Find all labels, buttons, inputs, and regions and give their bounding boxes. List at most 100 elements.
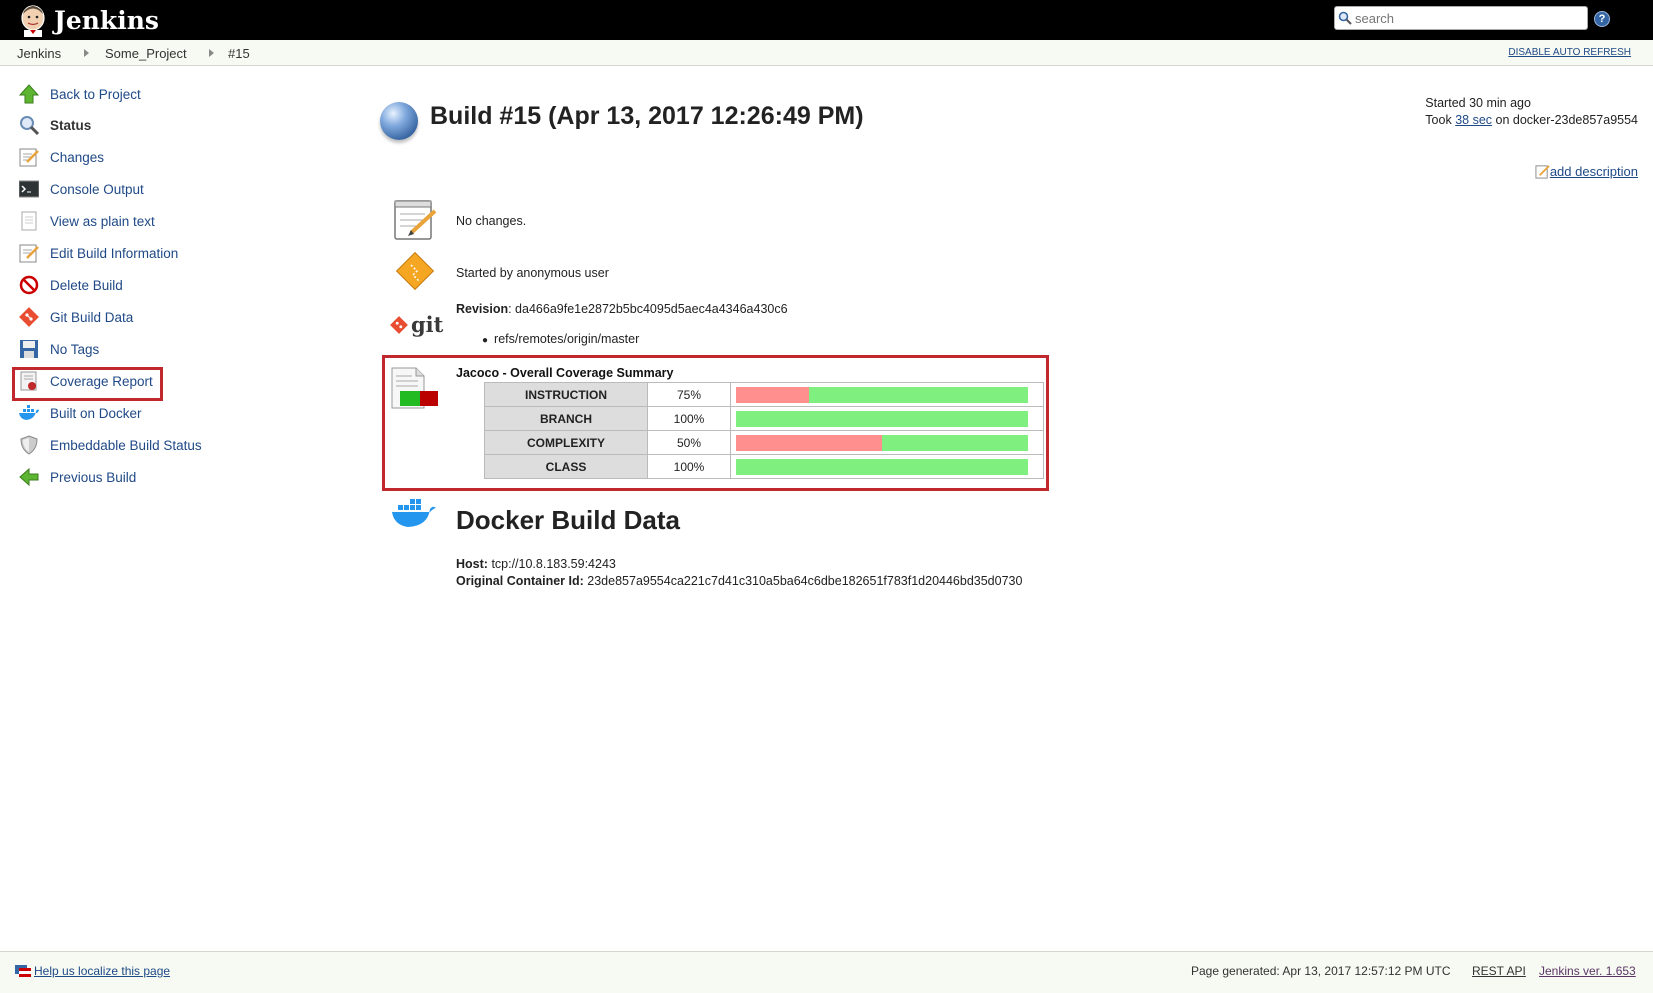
search-box[interactable] (1334, 6, 1588, 30)
notepad-icon (1535, 165, 1550, 179)
search-input[interactable] (1355, 9, 1580, 27)
started-by-text: Started by anonymous user (456, 266, 609, 280)
top-header: Jenkins ? (0, 0, 1653, 40)
jenkins-version-link[interactable]: Jenkins ver. 1.653 (1539, 964, 1636, 978)
revision-label: Revision (456, 302, 509, 316)
search-icon (1338, 11, 1352, 25)
sidebar-item-previous-build[interactable]: Previous Build (12, 463, 136, 491)
container-label: Original Container Id: (456, 574, 584, 588)
git-icon (18, 306, 40, 328)
sidebar-item-label: Embeddable Build Status (50, 437, 202, 453)
help-icon[interactable]: ? (1594, 11, 1610, 27)
build-timing: Started 30 min ago Took 38 sec on docker… (1425, 95, 1638, 129)
add-description-label[interactable]: add description (1550, 164, 1638, 179)
jenkins-butler-icon (21, 5, 45, 37)
coverage-percent: 100% (647, 454, 731, 479)
coverage-report-icon (391, 367, 438, 409)
add-description-link[interactable]: add description (1535, 164, 1638, 179)
sidebar-item-built-on-docker[interactable]: Built on Docker (12, 399, 142, 427)
localize-link[interactable]: Help us localize this page (15, 964, 170, 978)
user-cause-icon (395, 251, 435, 291)
shield-icon (18, 434, 40, 456)
git-label: git (411, 312, 444, 337)
sidebar-item-back-to-project[interactable]: Back to Project (12, 80, 141, 108)
coverage-bar-missed (736, 434, 882, 451)
footer: Help us localize this page Page generate… (0, 951, 1653, 993)
coverage-metric-name: INSTRUCTION (484, 382, 648, 407)
rest-api-link[interactable]: REST API (1472, 964, 1526, 978)
coverage-bar-covered (882, 434, 1028, 451)
build-status-ball-icon (380, 102, 418, 140)
sidebar-item-git-build-data[interactable]: Git Build Data (12, 303, 133, 331)
container-value: 23de857a9554ca221c7d41c310a5ba64c6dbe182… (587, 574, 1023, 588)
page-generated-text: Page generated: Apr 13, 2017 12:57:12 PM… (1191, 964, 1451, 978)
coverage-bar-cell (730, 406, 1044, 431)
sidebar-item-no-tags[interactable]: No Tags (12, 335, 99, 363)
sidebar-item-status[interactable]: Status (12, 111, 91, 139)
sidebar-item-label: Changes (50, 149, 105, 165)
coverage-row: CLASS 100% (484, 454, 1044, 479)
host-value: tcp://10.8.183.59:4243 (491, 557, 616, 571)
coverage-bar (736, 386, 1028, 403)
coverage-row: INSTRUCTION 75% (484, 382, 1044, 407)
docker-host-line: Host: tcp://10.8.183.59:4243 (456, 557, 616, 571)
coverage-percent: 50% (647, 430, 731, 455)
coverage-bar (736, 434, 1028, 451)
revision-value: : da466a9fe1e2872b5bc4095d5aec4a4346a430… (508, 302, 788, 316)
coverage-bar-covered (736, 458, 1028, 475)
duration-link[interactable]: 38 sec (1455, 113, 1492, 127)
save-icon (18, 338, 40, 360)
coverage-report-highlight (12, 367, 163, 401)
sidebar-item-label: No Tags (50, 341, 100, 357)
localize-label[interactable]: Help us localize this page (34, 964, 170, 978)
coverage-row: BRANCH 100% (484, 406, 1044, 431)
coverage-bar-cell (730, 454, 1044, 479)
breadcrumb-build[interactable]: #15 (228, 46, 250, 61)
coverage-bar (736, 410, 1028, 427)
breadcrumb-arrow-icon[interactable] (209, 49, 214, 57)
coverage-percent: 100% (647, 406, 731, 431)
notepad-icon (18, 146, 40, 168)
breadcrumb-jenkins[interactable]: Jenkins (17, 46, 61, 61)
coverage-bar-covered (736, 410, 1028, 427)
sidebar-item-label: Built on Docker (50, 405, 142, 421)
revision-line: Revision: da466a9fe1e2872b5bc4095d5aec4a… (456, 302, 788, 316)
disable-auto-refresh-link[interactable]: DISABLE AUTO REFRESH (1508, 47, 1631, 58)
flag-icon (15, 965, 31, 977)
sidebar-item-label: Back to Project (50, 86, 141, 102)
terminal-icon (18, 178, 40, 200)
sidebar-item-edit-build-information[interactable]: Edit Build Information (12, 239, 178, 267)
sidebar-item-console-output[interactable]: Console Output (12, 175, 144, 203)
breadcrumb-project[interactable]: Some_Project (105, 46, 187, 61)
sidebar-item-embeddable-build-status[interactable]: Embeddable Build Status (12, 431, 202, 459)
page-title: Build #15 (Apr 13, 2017 12:26:49 PM) (430, 102, 864, 130)
coverage-bar (736, 458, 1028, 475)
took-prefix: Took (1425, 113, 1452, 127)
coverage-bar-cell (730, 430, 1044, 455)
sidebar-item-changes[interactable]: Changes (12, 143, 104, 171)
git-icon (390, 315, 408, 334)
git-logo: git (390, 312, 443, 337)
coverage-bar-covered (809, 386, 1028, 403)
sidebar-item-label: Previous Build (50, 469, 137, 485)
started-text: Started 30 min ago (1425, 96, 1531, 110)
coverage-percent: 75% (647, 382, 731, 407)
coverage-summary-title: Jacoco - Overall Coverage Summary (456, 366, 674, 380)
coverage-row: COMPLEXITY 50% (484, 430, 1044, 455)
host-label: Host: (456, 557, 488, 571)
sidebar-item-delete-build[interactable]: Delete Build (12, 271, 123, 299)
left-arrow-icon (18, 466, 40, 488)
sidebar-item-view-plain-text[interactable]: View as plain text (12, 207, 155, 235)
coverage-table: INSTRUCTION 75% BRANCH 100% COMPLEXITY 50% CLA… (484, 382, 1044, 479)
coverage-metric-name: BRANCH (484, 406, 648, 431)
up-arrow-icon (18, 83, 40, 105)
breadcrumb-arrow-icon[interactable] (84, 49, 89, 57)
docker-container-line: Original Container Id: 23de857a9554ca221… (456, 574, 1022, 588)
notepad-icon (394, 200, 437, 240)
bullet-icon: ● (482, 335, 489, 346)
notepad-icon (18, 242, 40, 264)
jenkins-logo[interactable]: Jenkins (18, 3, 159, 37)
no-entry-icon (18, 274, 40, 296)
coverage-bar-cell (730, 382, 1044, 407)
app-title: Jenkins (54, 5, 159, 35)
